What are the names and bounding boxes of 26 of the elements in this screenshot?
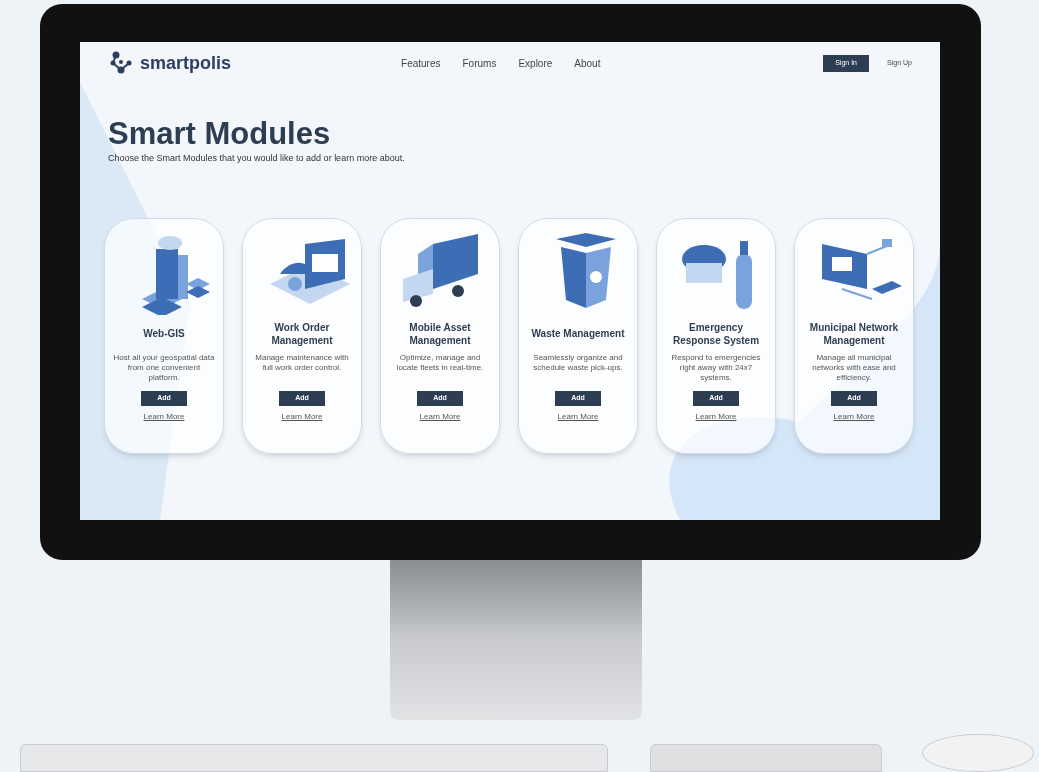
nav-link[interactable]: Explore — [518, 55, 553, 71]
module-title: Waste Management — [531, 327, 625, 341]
nav-link[interactable]: Features — [401, 55, 441, 71]
learn-more-link[interactable]: Learn More — [419, 410, 461, 423]
module-description: Optimize, manage and locate fleets in real-time. — [395, 352, 485, 374]
module-description: Seamlessly organize and schedule waste pick-ups. — [532, 352, 624, 374]
learn-more-link[interactable]: Learn More — [695, 410, 737, 423]
page-subtitle: Choose the Smart Modules that you would like to add or learn more about. — [108, 152, 406, 165]
module-title: Work Order Management — [270, 320, 334, 348]
nav-link[interactable]: Forums — [462, 55, 497, 71]
page-title: Smart Modules — [108, 116, 332, 152]
logo-text: smartpolis — [140, 51, 232, 75]
learn-more-link[interactable]: Learn More — [557, 410, 599, 423]
learn-more-link[interactable]: Learn More — [833, 410, 875, 423]
module-title: Municipal Network Management — [808, 320, 900, 348]
nav-link[interactable]: About — [574, 55, 601, 71]
module-description: Respond to emergencies right away with 24x7 systems. — [670, 352, 762, 383]
learn-more-link[interactable]: Learn More — [281, 410, 323, 423]
learn-more-link[interactable]: Learn More — [143, 410, 185, 423]
module-description: Manage maintenance with full work order control. — [254, 352, 350, 374]
module-description: Manage all municipal networks with ease and efficiency. — [811, 352, 897, 383]
module-description: Host all your geospatial data from one convenient platform. — [113, 352, 215, 383]
module-title: Emergency Response System — [671, 320, 761, 348]
logo-icon — [108, 50, 134, 76]
module-title: Mobile Asset Management — [408, 320, 472, 348]
module-title: Web-GIS — [143, 327, 185, 341]
